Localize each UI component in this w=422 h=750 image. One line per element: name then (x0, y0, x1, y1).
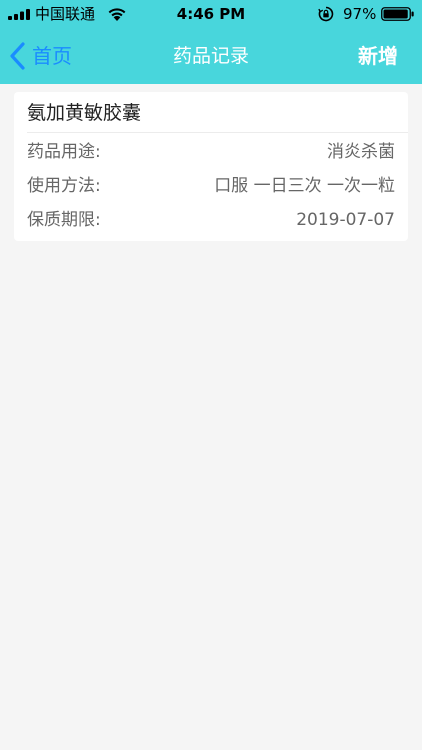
medicine-name: 氨加黄敏胶囊 (27, 102, 142, 124)
medicine-record-card[interactable]: 氨加黄敏胶囊 药品用途: 消炎杀菌 使用方法: 口服 一日三次 一次一粒 保质期… (14, 92, 408, 241)
purpose-value: 消炎杀菌 (327, 142, 395, 162)
expiry-label: 保质期限: (27, 210, 101, 230)
expiry-value: 2019-07-07 (296, 210, 395, 230)
status-bar: 中国联通 4:46 PM 97% (0, 0, 422, 28)
navigation-bar: 首页 药品记录 新增 (0, 28, 422, 84)
usage-label: 使用方法: (27, 176, 101, 196)
record-row-expiry: 保质期限: 2019-07-07 (27, 208, 395, 232)
usage-value: 口服 一日三次 一次一粒 (214, 176, 395, 196)
record-row-purpose: 药品用途: 消炎杀菌 (27, 140, 395, 164)
record-row-usage: 使用方法: 口服 一日三次 一次一粒 (27, 174, 395, 198)
rotation-lock-icon (318, 6, 334, 22)
battery-icon (381, 7, 414, 21)
add-record-button[interactable]: 新增 (358, 41, 398, 71)
battery-fill (383, 9, 408, 19)
battery-percentage: 97% (343, 5, 377, 23)
purpose-label: 药品用途: (27, 142, 101, 162)
header: 中国联通 4:46 PM 97% 首页 药品记录 新增 (0, 0, 422, 84)
card-divider (27, 132, 408, 133)
